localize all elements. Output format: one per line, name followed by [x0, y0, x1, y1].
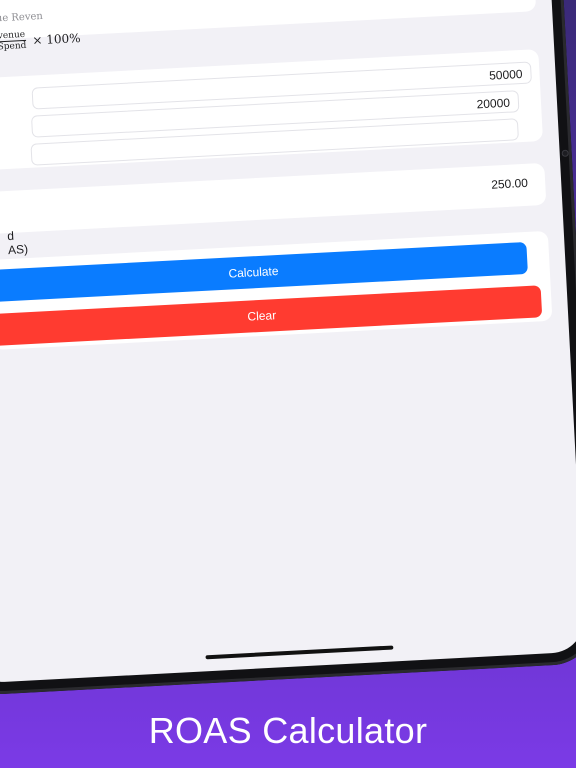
formula-card — [0, 0, 537, 41]
roas-result-label-line2: AS) — [7, 242, 29, 258]
app-screen: ue Reven venue Spend × 100% 50000 20000 … — [0, 0, 576, 684]
roas-result-label-line1: d — [6, 228, 15, 244]
tablet-device: ue Reven venue Spend × 100% 50000 20000 … — [0, 0, 576, 697]
formula-denominator: Spend — [0, 40, 27, 53]
result-card — [0, 162, 547, 235]
camera-icon — [561, 149, 569, 157]
roas-result-value: 250.00 — [490, 175, 529, 192]
formula-fraction: venue Spend — [0, 29, 27, 53]
promo-caption: ROAS Calculator — [148, 710, 428, 751]
formula-multiplier: × 100% — [32, 30, 81, 48]
roas-formula: venue Spend × 100% — [0, 27, 81, 52]
home-indicator[interactable] — [205, 645, 394, 660]
promo-stage: ue Reven venue Spend × 100% 50000 20000 … — [0, 0, 576, 768]
